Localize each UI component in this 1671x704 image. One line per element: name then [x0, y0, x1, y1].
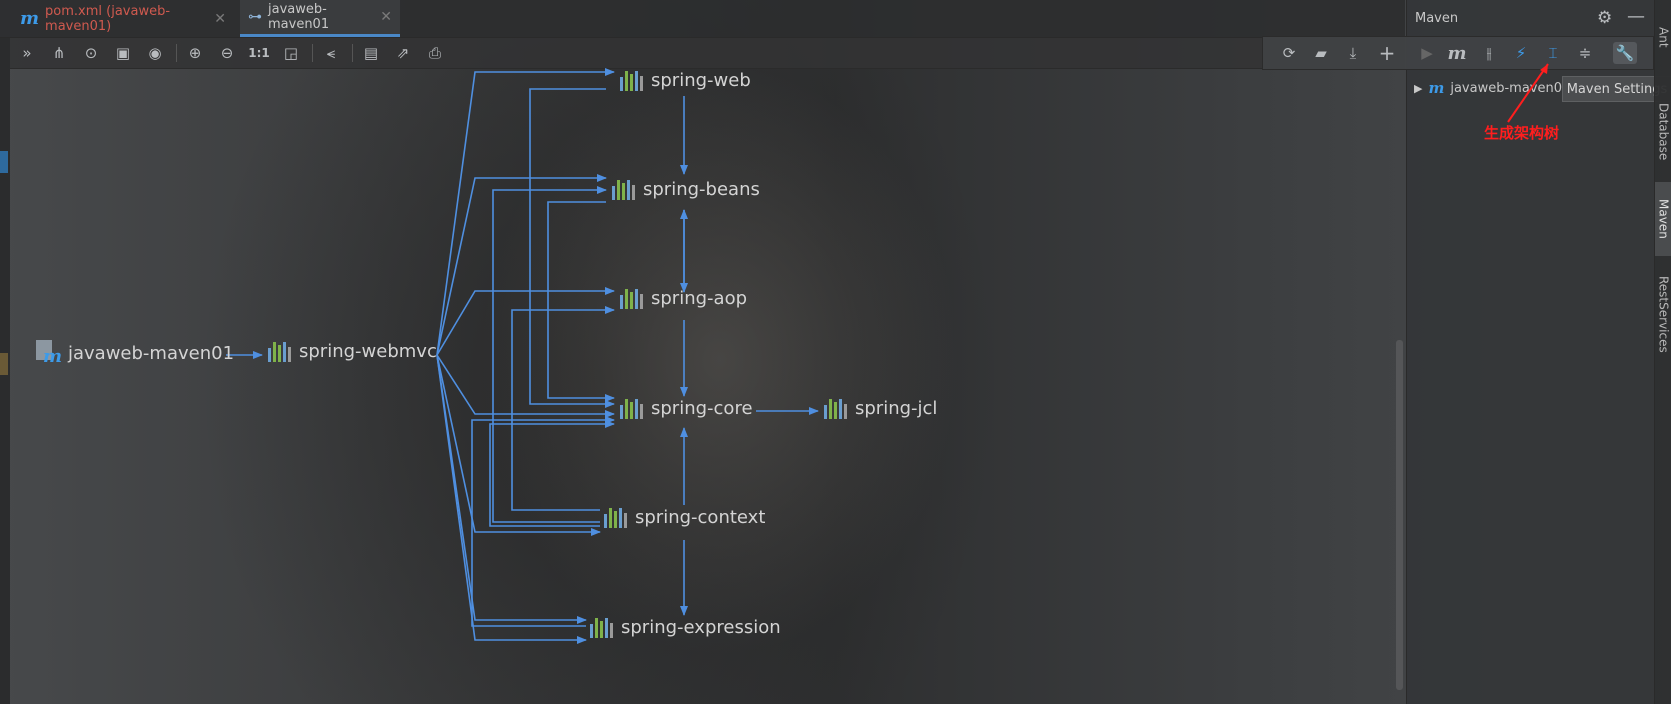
run-icon[interactable]: ▶: [1415, 42, 1439, 64]
diagram-node-spring-expression[interactable]: spring-expression: [590, 617, 781, 638]
library-icon: [620, 398, 643, 419]
gear-icon[interactable]: ⚙: [1597, 8, 1612, 28]
diagram-node-spring-context[interactable]: spring-context: [604, 507, 765, 528]
library-icon: [824, 398, 847, 419]
diagram-node-spring-web[interactable]: spring-web: [620, 70, 751, 91]
node-label: javaweb-maven01: [68, 342, 235, 364]
maven-m-icon[interactable]: m: [1445, 42, 1469, 64]
add-project-folder-icon[interactable]: ▰: [1309, 42, 1333, 64]
node-label: spring-webmvc: [299, 341, 437, 362]
reload-icon[interactable]: ⟳: [1277, 42, 1301, 64]
node-label: spring-aop: [651, 288, 748, 309]
right-tool-strip: Ant Database Maven RestServices: [1654, 0, 1671, 704]
download-icon[interactable]: ⤓: [1341, 42, 1365, 64]
diagram-node-spring-aop[interactable]: spring-aop: [620, 288, 747, 309]
side-tab-ant[interactable]: Ant: [1655, 4, 1671, 70]
wrench-icon[interactable]: 🔧: [1613, 42, 1637, 64]
diagram-node-spring-webmvc[interactable]: spring-webmvc: [268, 341, 437, 362]
node-label: spring-beans: [643, 179, 760, 200]
minimize-icon[interactable]: —: [1627, 6, 1645, 27]
node-label: spring-web: [651, 70, 751, 91]
side-tab-database[interactable]: Database: [1655, 92, 1671, 172]
library-icon: [590, 617, 613, 638]
skip-tests-icon[interactable]: ⫲: [1477, 42, 1501, 64]
library-icon: [604, 507, 627, 528]
side-tab-maven[interactable]: Maven: [1655, 182, 1671, 256]
library-icon: [620, 70, 643, 91]
diagram-node-root[interactable]: m javaweb-maven01: [36, 340, 235, 367]
diagram-node-spring-core[interactable]: spring-core: [620, 398, 753, 419]
maven-header: Maven ⚙ —: [1407, 0, 1655, 37]
vertical-scrollbar[interactable]: [1396, 340, 1403, 690]
node-label: spring-core: [651, 398, 753, 419]
library-icon: [268, 341, 291, 362]
node-label: spring-context: [635, 507, 766, 528]
plus-icon[interactable]: +: [1375, 41, 1399, 65]
expand-triangle-icon[interactable]: ▶: [1414, 82, 1422, 95]
node-label: spring-expression: [621, 617, 781, 638]
side-tab-restservices[interactable]: RestServices: [1655, 268, 1671, 360]
collapse-icon[interactable]: ≑: [1573, 42, 1597, 64]
library-icon: [620, 288, 643, 309]
library-icon: [612, 179, 635, 200]
diagram-node-spring-beans[interactable]: spring-beans: [612, 179, 760, 200]
maven-toolbar: ⟳ ▰ ⤓ + ▶ m ⫲ ⚡ ⌶ ≑ 🔧: [1262, 36, 1654, 70]
maven-module-icon: m: [1428, 79, 1445, 97]
maven-module-icon: m: [36, 340, 62, 367]
annotation-label: 生成架构树: [1484, 124, 1560, 142]
node-label: spring-jcl: [855, 398, 938, 419]
annotation-arrow: [1507, 63, 1549, 123]
panel-title: Maven: [1415, 11, 1459, 26]
diagram-node-spring-jcl[interactable]: spring-jcl: [824, 398, 937, 419]
